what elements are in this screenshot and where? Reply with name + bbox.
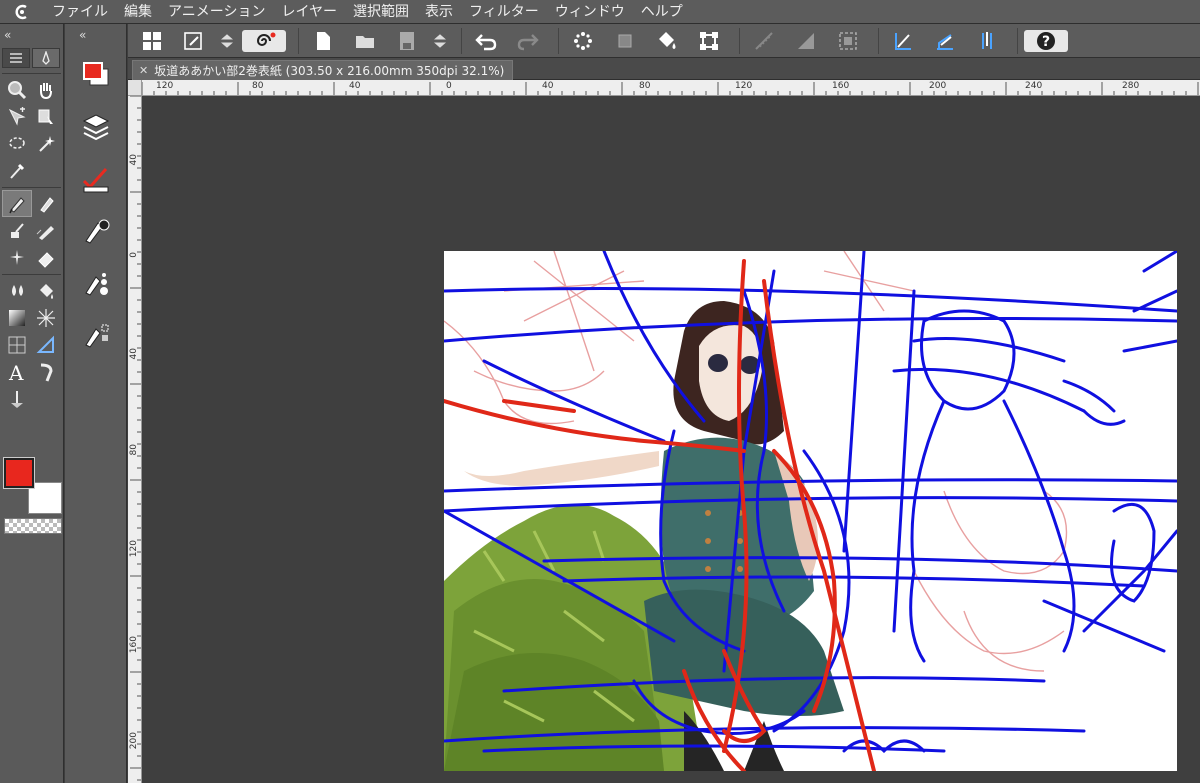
document-title: 坂道ああかい部2巻表紙 (303.50 x 216.00mm 350dpi 32…	[154, 64, 505, 78]
up-down-arrows-icon[interactable]	[218, 26, 236, 56]
ruler-top[interactable]: 120 80 40 0 40 80 120 160 200 240 280	[142, 80, 1200, 96]
lasso-select-icon[interactable]	[2, 130, 32, 157]
menu-bar: ファイル 編集 アニメーション レイヤー 選択範囲 表示 フィルター ウィンドウ…	[0, 0, 1200, 24]
sketch-artwork	[444, 251, 1177, 771]
brush-settings-icon[interactable]	[176, 26, 212, 56]
transform-icon[interactable]	[607, 26, 643, 56]
ruler-top-label: 200	[929, 81, 947, 91]
brush-size-icon[interactable]	[65, 260, 127, 306]
svg-text:?: ?	[1042, 34, 1050, 50]
undo-icon[interactable]	[468, 26, 504, 56]
tool-tab-list-icon[interactable]	[2, 48, 30, 68]
ruler-top-label: 40	[542, 81, 554, 91]
ruler-corner	[128, 80, 142, 96]
gradient-icon[interactable]	[788, 26, 824, 56]
ruler-tool-icon[interactable]	[32, 331, 62, 358]
brush-tool-icon[interactable]	[2, 217, 32, 244]
ruler-left[interactable]: 40 0 40 80 120 160 200	[128, 96, 142, 783]
ruler-left-label: 160	[129, 636, 139, 654]
fill-tool-icon[interactable]	[32, 277, 62, 304]
figure-tool-icon[interactable]	[32, 304, 62, 331]
collapse-sub-icon[interactable]: «	[65, 24, 126, 46]
blend-tool-icon[interactable]	[2, 277, 32, 304]
menu-selection[interactable]: 選択範囲	[345, 0, 417, 24]
text-tool-icon[interactable]: A	[2, 358, 32, 385]
menu-animation[interactable]: アニメーション	[160, 0, 273, 24]
help-icon[interactable]: ?	[1024, 29, 1068, 52]
new-file-icon[interactable]	[305, 26, 341, 56]
menu-edit[interactable]: 編集	[116, 0, 160, 24]
main-color-swatch[interactable]	[3, 457, 35, 489]
canvas-area[interactable]	[143, 97, 1200, 783]
save-icon[interactable]	[389, 26, 425, 56]
magic-wand-icon[interactable]	[32, 130, 62, 157]
ruler-left-label: 40	[129, 154, 139, 166]
grid-icon[interactable]	[134, 26, 170, 56]
zoom-icon[interactable]	[2, 76, 32, 103]
transform-handles-icon[interactable]	[691, 26, 727, 56]
ruler-left-label: 0	[129, 252, 139, 258]
document-tab[interactable]: ✕ 坂道ああかい部2巻表紙 (303.50 x 216.00mm 350dpi …	[132, 60, 514, 80]
ruler-off-icon[interactable]	[746, 26, 782, 56]
ruler-left-label: 200	[129, 732, 139, 750]
brush-density-icon[interactable]	[65, 312, 127, 358]
menu-layer[interactable]: レイヤー	[273, 0, 345, 24]
snap-special-icon[interactable]	[969, 26, 1005, 56]
up-down-arrows-icon[interactable]	[431, 26, 449, 56]
tool-panel: « A	[0, 24, 64, 783]
menu-filter[interactable]: フィルター	[461, 0, 547, 24]
airbrush-tool-icon[interactable]	[32, 217, 62, 244]
dots-icon[interactable]	[565, 26, 601, 56]
ruler-top-label: 160	[832, 81, 850, 91]
menu-file[interactable]: ファイル	[44, 0, 116, 24]
ruler-top-label: 80	[252, 81, 264, 91]
app-logo-icon[interactable]	[0, 0, 44, 24]
color-panel-icon[interactable]	[65, 52, 127, 98]
fill-bucket-icon[interactable]	[649, 26, 685, 56]
ruler-left-label: 40	[129, 348, 139, 360]
ruler-left-label: 120	[129, 540, 139, 558]
close-tab-icon[interactable]: ✕	[139, 64, 148, 77]
balloon-tool-icon[interactable]	[32, 358, 62, 385]
decoration-tool-icon[interactable]	[2, 244, 32, 271]
sub-panel: «	[65, 24, 127, 783]
snap-grid-icon[interactable]	[927, 26, 963, 56]
ruler-top-label: 120	[156, 81, 174, 91]
selection-icon[interactable]	[830, 26, 866, 56]
svg-text:A: A	[8, 361, 24, 383]
menu-window[interactable]: ウィンドウ	[547, 0, 633, 24]
tool-property-icon[interactable]	[65, 156, 127, 202]
document-tab-bar: ✕ 坂道ああかい部2巻表紙 (303.50 x 216.00mm 350dpi …	[128, 58, 1200, 80]
redo-icon[interactable]	[510, 26, 546, 56]
artboard[interactable]	[444, 251, 1177, 771]
transparent-color-swatch[interactable]	[4, 518, 62, 534]
layers-panel-icon[interactable]	[65, 104, 127, 150]
pencil-tool-icon[interactable]	[32, 190, 61, 217]
ruler-top-label: 280	[1122, 81, 1140, 91]
ruler-top-label: 80	[639, 81, 651, 91]
ruler-top-label: 120	[735, 81, 753, 91]
eraser-tool-icon[interactable]	[32, 244, 62, 271]
ruler-left-label: 80	[129, 444, 139, 456]
hand-icon[interactable]	[32, 76, 62, 103]
snap-ruler-icon[interactable]	[885, 26, 921, 56]
tool-tab-pen-icon[interactable]	[32, 48, 60, 68]
move-layer-icon[interactable]	[2, 103, 32, 130]
open-folder-icon[interactable]	[347, 26, 383, 56]
object-select-icon[interactable]	[32, 103, 62, 130]
correct-line-icon[interactable]	[2, 385, 32, 412]
command-bar: ?	[128, 24, 1200, 58]
menu-help[interactable]: ヘルプ	[633, 0, 691, 24]
gradient-tool-icon[interactable]	[2, 304, 32, 331]
ruler-top-label: 40	[349, 81, 361, 91]
ruler-top-label: 0	[446, 81, 452, 91]
frame-border-icon[interactable]	[2, 331, 32, 358]
spiral-icon[interactable]	[242, 29, 286, 52]
menu-view[interactable]: 表示	[417, 0, 461, 24]
eyedropper-icon[interactable]	[2, 157, 32, 184]
ruler-top-label: 240	[1025, 81, 1043, 91]
collapse-left-icon[interactable]: «	[0, 24, 63, 46]
pen-tool-icon[interactable]	[2, 190, 32, 217]
sub-tool-detail-icon[interactable]	[65, 208, 127, 254]
